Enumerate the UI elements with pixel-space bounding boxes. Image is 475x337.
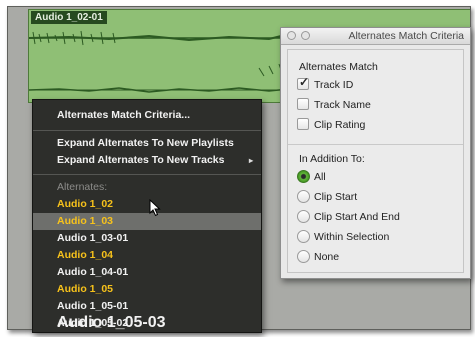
checkbox-icon: ✓ [297, 75, 310, 90]
close-window-icon[interactable] [287, 31, 296, 40]
clip-name-label[interactable]: Audio 1_02-01 [31, 11, 107, 24]
menu-item-alternate[interactable]: Audio 1_05-01 [33, 298, 261, 315]
radio-label: Within Selection [314, 231, 390, 243]
menu-item-alternate[interactable]: Audio 1_03-01 [33, 230, 261, 247]
alternates-popup-menu: Alternates Match Criteria... Expand Alte… [32, 99, 262, 333]
radio-label: Clip Start And End [314, 211, 400, 223]
radio-label: Clip Start [314, 191, 358, 203]
menu-item-expand-to-tracks[interactable]: Expand Alternates To New Tracks ▸ [33, 152, 261, 169]
minimize-window-icon[interactable] [301, 31, 310, 40]
section-divider [288, 144, 463, 145]
dialog-title: Alternates Match Criteria [348, 30, 464, 42]
track-name-checkbox[interactable]: Track Name [297, 98, 371, 112]
checkbox-icon [297, 118, 309, 130]
radio-none[interactable]: None [297, 250, 340, 264]
radio-clip-start[interactable]: Clip Start [297, 190, 358, 204]
checkmark-icon: ✓ [299, 75, 310, 89]
menu-item-expand-to-playlists[interactable]: Expand Alternates To New Playlists [33, 135, 261, 152]
mouse-pointer-icon [149, 199, 161, 217]
menu-item-alternate[interactable]: Audio 1_05-03 [33, 314, 259, 331]
menu-separator [33, 130, 261, 131]
radio-icon [297, 250, 310, 263]
in-addition-to-heading: In Addition To: [299, 153, 365, 165]
track-id-checkbox[interactable]: ✓ Track ID [297, 75, 354, 92]
alternates-match-heading: Alternates Match [299, 61, 378, 73]
checkbox-label: Track Name [314, 99, 371, 111]
checkbox-label: Clip Rating [314, 119, 366, 131]
criteria-panel: Alternates Match ✓ Track ID Track Name C… [287, 49, 464, 273]
radio-within-selection[interactable]: Within Selection [297, 230, 390, 244]
menu-item-label: Expand Alternates To New Tracks [57, 154, 225, 166]
radio-icon [297, 230, 310, 243]
menu-item-alternate-highlighted[interactable]: Audio 1_03 [33, 213, 261, 230]
radio-icon [297, 210, 310, 223]
checkbox-label: Track ID [314, 79, 354, 91]
menu-item-alternate[interactable]: Audio 1_04-01 [33, 264, 261, 281]
menu-item-alternate[interactable]: Audio 1_04 [33, 247, 261, 264]
dialog-titlebar[interactable]: Alternates Match Criteria [281, 28, 470, 45]
menu-item-alternate[interactable]: Audio 1_05 [33, 281, 261, 298]
menu-item-alternates-match-criteria[interactable]: Alternates Match Criteria... [33, 107, 261, 124]
radio-label: None [314, 251, 340, 263]
menu-separator [33, 174, 261, 175]
radio-all[interactable]: All [297, 170, 326, 184]
radio-clip-start-and-end[interactable]: Clip Start And End [297, 210, 400, 224]
radio-icon [297, 190, 310, 203]
menu-item-alternate[interactable]: Audio 1_02 [33, 196, 261, 213]
radio-label: All [314, 171, 326, 183]
alternates-match-criteria-dialog: Alternates Match Criteria Alternates Mat… [280, 27, 471, 279]
checkbox-icon [297, 98, 309, 110]
submenu-arrow-icon: ▸ [248, 156, 253, 165]
clip-rating-checkbox[interactable]: Clip Rating [297, 118, 366, 132]
radio-selected-icon [297, 170, 310, 183]
menu-header-alternates: Alternates: [57, 181, 108, 193]
